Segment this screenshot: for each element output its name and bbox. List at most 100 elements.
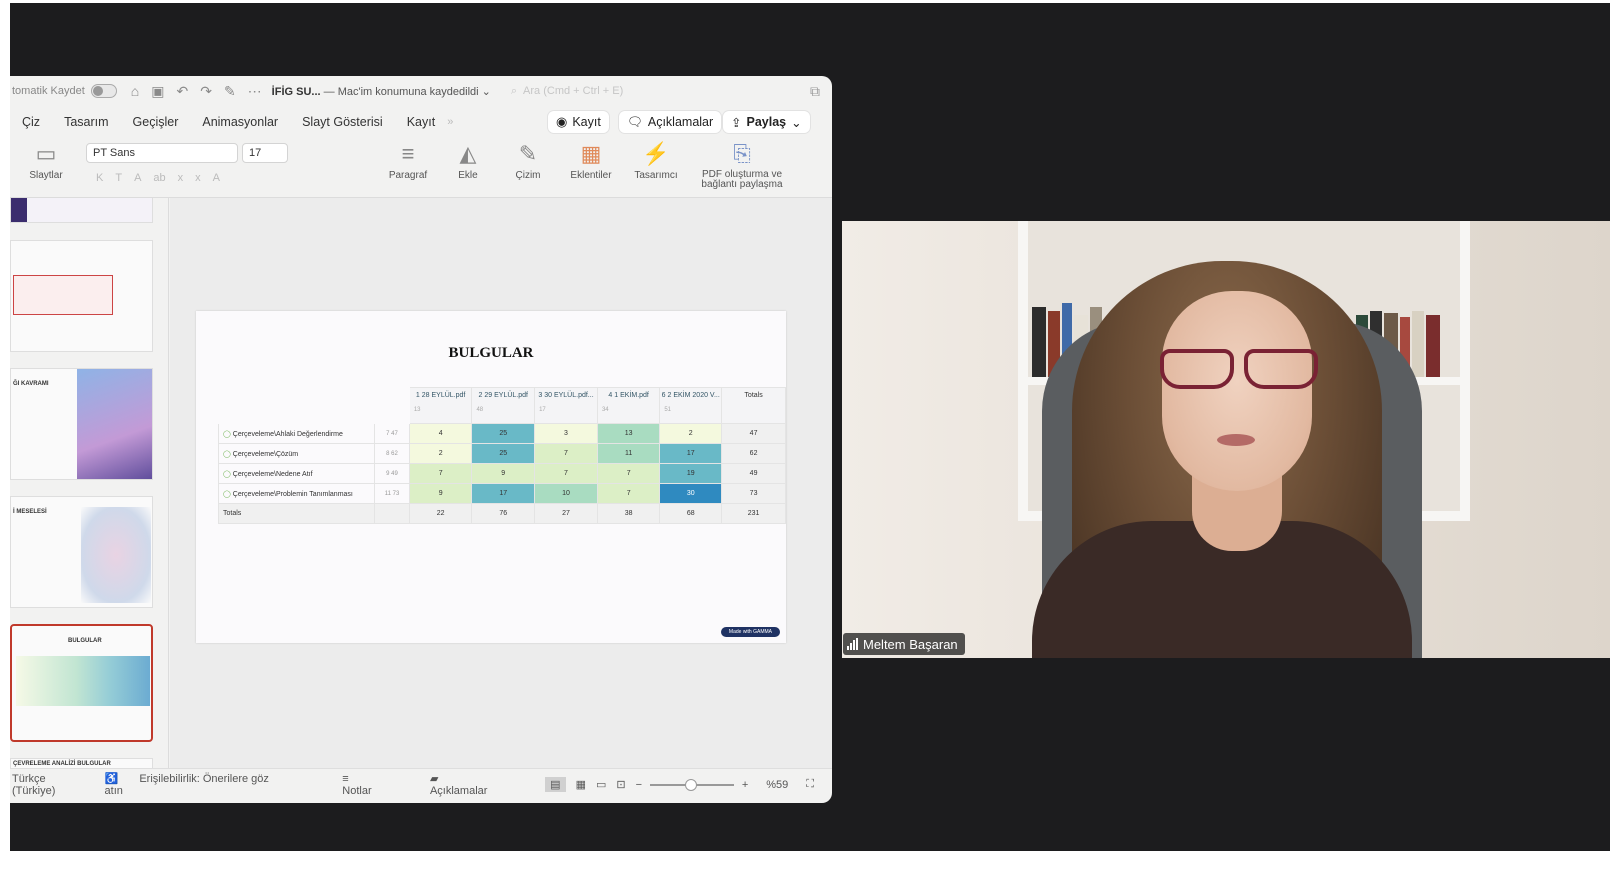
accessibility-icon: ♿: [104, 773, 119, 785]
zoom-in-button[interactable]: +: [742, 779, 748, 791]
row-meta: 11 73: [374, 483, 410, 504]
language-status[interactable]: Türkçe (Türkiye): [12, 773, 87, 797]
column-total: 68: [659, 503, 723, 524]
share-button-label: Paylaş: [746, 115, 787, 129]
subscript-icon[interactable]: x: [178, 172, 184, 184]
pdf-group[interactable]: ⎘ PDF oluşturma ve bağlantı paylaşma: [696, 138, 788, 190]
menu-overflow-icon[interactable]: »: [447, 116, 453, 128]
pane-divider[interactable]: [168, 198, 169, 768]
slide-thumbnail-1[interactable]: [10, 198, 153, 223]
italic-icon[interactable]: T: [115, 172, 122, 184]
menu-item-slideshow[interactable]: Slayt Gösterisi: [290, 115, 395, 129]
record-button-label: Kayıt: [572, 115, 601, 129]
thumbnail-illustration: [77, 369, 152, 479]
participant-name-tag: Meltem Başaran: [843, 633, 965, 655]
table-cell: 2: [659, 423, 723, 444]
comments-status-button[interactable]: ▰ Açıklamalar: [430, 772, 527, 797]
table-cell: 7: [596, 483, 661, 504]
column-total: 38: [596, 503, 661, 524]
autosave-toggle[interactable]: [90, 84, 117, 98]
slide-thumbnail-3[interactable]: ĞI KAVRAMI: [10, 368, 153, 480]
menu-item-transitions[interactable]: Geçişler: [121, 115, 191, 129]
record-button[interactable]: ◉ Kayıt: [548, 111, 609, 133]
powerpoint-window: tomatik Kaydet ⌂ ▣ ↶ ↷ ✎ ⋯ İFİG SU... — …: [10, 76, 832, 803]
slide-canvas: BULGULAR 1 28 EYLÜL.pdf 13 2 29 EYLÜL.pdf…: [170, 198, 832, 768]
thumbnail-heatmap: [16, 656, 150, 706]
zoom-slider[interactable]: [650, 778, 734, 791]
search-input[interactable]: ⌕ Ara (Cmd + Ctrl + E): [511, 85, 623, 98]
comments-button[interactable]: 🗨 Açıklamalar: [619, 111, 722, 133]
font-color-icon[interactable]: A: [213, 172, 220, 184]
gamma-badge[interactable]: Made with GAMMA: [720, 627, 780, 637]
strike-icon[interactable]: ab: [153, 172, 165, 184]
share-icon: ⇪: [731, 115, 742, 130]
column-total: 22: [408, 503, 473, 524]
zoom-level[interactable]: %59: [766, 779, 788, 791]
thumbnail-image: [11, 198, 27, 222]
slide-thumbnail-4[interactable]: İ MESELESİ: [10, 496, 153, 608]
table-header-row: 1 28 EYLÜL.pdf 13 2 29 EYLÜL.pdf 48 3 30 E…: [217, 387, 786, 424]
fit-slide-icon[interactable]: ⛶: [806, 778, 814, 791]
table-cell: 25: [471, 443, 536, 464]
slides-group[interactable]: ▭ Slaytlar: [26, 138, 66, 181]
addins-label: Eklentiler: [570, 170, 612, 181]
totals-header: Totals: [721, 387, 786, 424]
menu-item-draw[interactable]: Çiz: [10, 115, 52, 129]
zoom-slider-handle[interactable]: [685, 778, 698, 791]
column-header: 6 2 EKİM 2020 V... 51: [659, 387, 723, 424]
row-code-name: ◯ Çerçeveleme\Ahlaki Değerlendirme: [217, 423, 376, 444]
column-name: 2 29 EYLÜL.pdf: [478, 392, 528, 399]
undo-icon[interactable]: ↶: [176, 83, 188, 100]
eyeglasses: [1154, 349, 1324, 393]
menu-item-animations[interactable]: Animasyonlar: [190, 115, 290, 129]
bold-icon[interactable]: K: [96, 172, 103, 184]
superscript-icon[interactable]: x: [195, 172, 201, 184]
slide-sorter-icon[interactable]: ▦: [576, 778, 586, 791]
table-row: ◯ Çerçeveleme\Çözüm 8 62 2 25 7 11 17 62: [217, 443, 786, 464]
accessibility-status[interactable]: ♿ Erişilebilirlik: Önerilere göz atın: [105, 772, 295, 797]
font-name-select[interactable]: PT Sans: [86, 143, 238, 163]
comments-button-label: Açıklamalar: [647, 115, 714, 129]
column-count: 17: [539, 407, 546, 413]
row-label: Çerçeveleme\Ahlaki Değerlendirme: [232, 430, 343, 438]
designer-group[interactable]: ⚡ Tasarımcı: [630, 138, 682, 181]
row-total: 62: [721, 443, 786, 464]
column-count: 48: [476, 407, 484, 413]
addins-group[interactable]: ▦ Eklentiler: [568, 138, 614, 181]
table-cell: 9: [471, 463, 536, 484]
table-cell: 3: [534, 423, 598, 444]
home-icon[interactable]: ⌂: [131, 83, 139, 99]
reading-view-icon[interactable]: ▭: [596, 778, 606, 791]
slide-thumbnail-5[interactable]: BULGULAR: [10, 624, 153, 742]
table-cell: 19: [659, 463, 723, 484]
redo-icon[interactable]: ↷: [200, 83, 212, 100]
slide-thumbnail-6[interactable]: ÇEVRELEME ANALİZİ BULGULAR: [10, 758, 153, 768]
current-slide[interactable]: BULGULAR 1 28 EYLÜL.pdf 13 2 29 EYLÜL.pdf…: [196, 311, 786, 643]
font-size-select[interactable]: 17: [242, 143, 288, 163]
document-title[interactable]: İFİG SU... — Mac'im konumuna kaydedildi …: [272, 85, 491, 98]
comments-status-label: Açıklamalar: [429, 785, 488, 797]
thumbnail-title: BULGULAR: [68, 638, 102, 644]
zoom-out-button[interactable]: −: [636, 779, 642, 791]
addins-icon: ▦: [580, 141, 602, 166]
normal-view-icon[interactable]: ▤: [545, 777, 566, 792]
column-name: 4 1 EKİM.pdf: [608, 392, 649, 399]
format-painter-icon[interactable]: ✎: [224, 83, 236, 100]
format-row: K T A ab x x A: [96, 172, 220, 184]
menu-item-design[interactable]: Tasarım: [52, 115, 120, 129]
share-window-icon[interactable]: ⧉: [810, 83, 820, 100]
menu-item-record[interactable]: Kayıt: [395, 115, 448, 129]
underline-icon[interactable]: A: [134, 172, 141, 184]
share-button[interactable]: ⇪ Paylaş ⌄: [723, 111, 810, 133]
slides-label: Slaytlar: [29, 170, 63, 181]
insert-group[interactable]: ◭ Ekle: [450, 138, 486, 181]
notes-button[interactable]: ≡ Notlar: [342, 773, 412, 797]
slideshow-icon[interactable]: ⊡: [616, 778, 625, 791]
more-icon[interactable]: ⋯: [248, 83, 262, 100]
font-size-value: 17: [249, 147, 262, 159]
paragraph-group[interactable]: ≡ Paragraf: [385, 138, 431, 181]
draw-group[interactable]: ✎ Çizim: [508, 138, 548, 181]
save-icon[interactable]: ▣: [151, 83, 164, 100]
slide-thumbnail-2[interactable]: [10, 240, 153, 352]
row-total: 47: [721, 423, 786, 444]
